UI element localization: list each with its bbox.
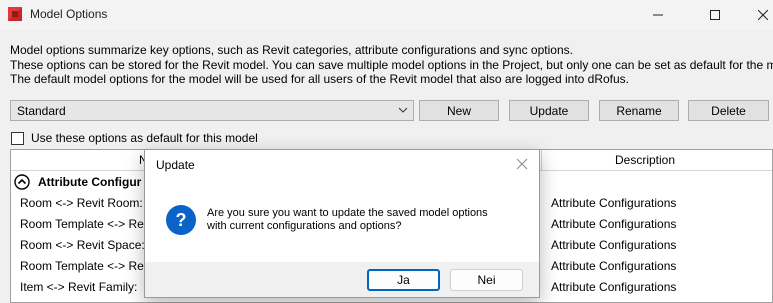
close-button[interactable]: [740, 0, 773, 30]
no-button[interactable]: Nei: [450, 269, 523, 291]
group-row-attribute-configurations[interactable]: Attribute Configur: [11, 172, 141, 192]
dialog-message-line-1: Are you sure you want to update the save…: [207, 207, 488, 219]
maximize-icon: [710, 10, 720, 20]
row-name: Item <-> Revit Family:: [20, 280, 138, 294]
row-description: Attribute Configurations: [551, 259, 677, 273]
close-icon: [758, 10, 768, 20]
column-separator: [541, 150, 542, 171]
row-name: Room <-> Revit Room:: [20, 196, 143, 210]
new-button[interactable]: New: [419, 100, 499, 121]
dialog-message: Are you sure you want to update the save…: [207, 207, 488, 233]
dialog-title: Update: [156, 158, 195, 172]
default-option-label: Use these options as default for this mo…: [31, 131, 258, 145]
description-line-1: Model options summarize key options, suc…: [10, 43, 573, 57]
maximize-button[interactable]: [692, 0, 738, 30]
yes-button[interactable]: Ja: [367, 269, 440, 291]
description-line-3: The default model options for the model …: [10, 72, 630, 86]
row-description: Attribute Configurations: [551, 217, 677, 231]
title-bar: Model Options: [0, 0, 773, 30]
description-line-2: These options can be stored for the Revi…: [10, 57, 773, 72]
collapse-icon[interactable]: [14, 174, 30, 190]
delete-button[interactable]: Delete: [688, 100, 769, 121]
rename-button[interactable]: Rename: [599, 100, 679, 121]
dialog-footer: Ja Nei: [145, 262, 539, 297]
default-option-checkbox-row[interactable]: Use these options as default for this mo…: [11, 130, 258, 146]
app-icon: [8, 7, 22, 21]
row-name: Room <-> Revit Space:: [20, 238, 145, 252]
dialog-message-line-2: with current configurations and options?: [207, 220, 402, 232]
chevron-down-icon: [398, 107, 408, 113]
svg-text:?: ?: [176, 210, 187, 230]
row-description: Attribute Configurations: [551, 238, 677, 252]
row-description: Attribute Configurations: [551, 280, 677, 294]
window-title: Model Options: [30, 7, 108, 21]
close-icon[interactable]: [515, 157, 529, 171]
model-options-select[interactable]: Standard: [10, 100, 414, 121]
selected-option: Standard: [17, 104, 66, 118]
row-name: Room Template <-> Re: [20, 259, 144, 273]
minimize-icon: [653, 14, 663, 16]
question-icon: ?: [166, 205, 196, 235]
update-dialog: Update ? Are you sure you want to update…: [144, 149, 540, 298]
row-name: Room Template <-> Re: [20, 217, 144, 231]
update-button[interactable]: Update: [509, 100, 589, 121]
group-label: Attribute Configur: [38, 175, 142, 189]
row-description: Attribute Configurations: [551, 196, 677, 210]
default-option-checkbox[interactable]: [11, 131, 24, 145]
description-text: Model options summarize key options, suc…: [10, 43, 773, 87]
minimize-button[interactable]: [635, 0, 681, 30]
column-header-description[interactable]: Description: [615, 153, 675, 167]
